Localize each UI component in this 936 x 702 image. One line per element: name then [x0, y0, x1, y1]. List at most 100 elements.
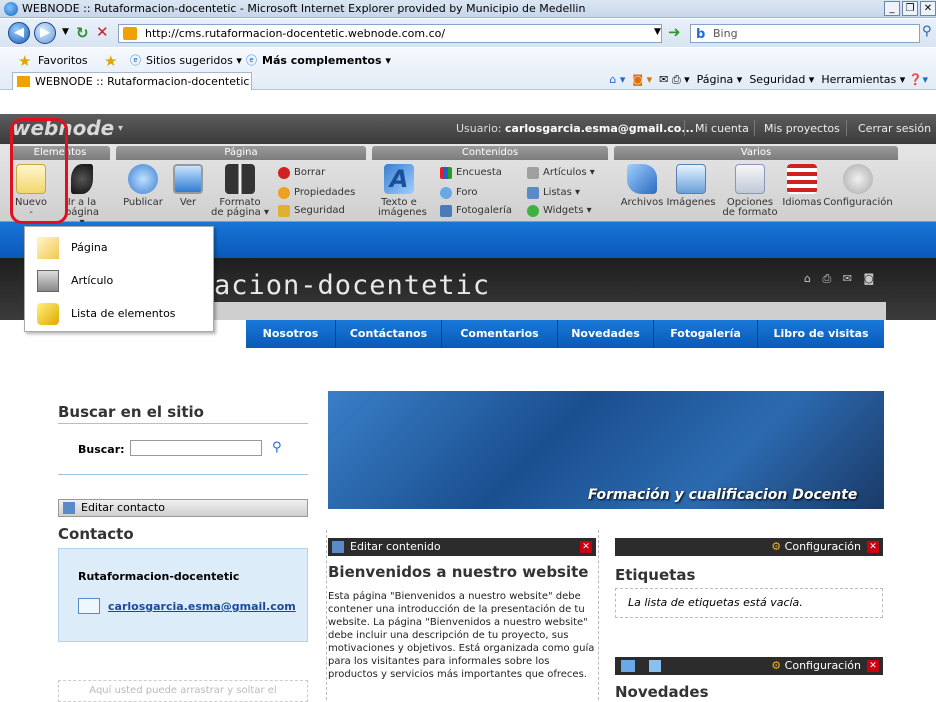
- history-dropdown-icon[interactable]: ▼: [62, 27, 69, 37]
- propiedades-button[interactable]: Propiedades: [278, 186, 355, 200]
- tools-menu[interactable]: Herramientas ▾: [821, 73, 905, 86]
- stop-icon[interactable]: ✕: [96, 23, 109, 41]
- search-icon[interactable]: ⚲: [922, 24, 932, 39]
- edit-content-label: Editar contenido: [350, 540, 441, 553]
- go-icon[interactable]: ➜: [668, 23, 681, 41]
- cerrar-sesion-link[interactable]: Cerrar sesión: [858, 122, 931, 135]
- address-dropdown-icon[interactable]: ▼: [654, 27, 661, 37]
- foro-label: Foro: [456, 187, 478, 198]
- close-button[interactable]: ✕: [920, 1, 936, 16]
- minimize-button[interactable]: _: [884, 1, 900, 16]
- articulos-button[interactable]: Artículos ▾: [527, 166, 595, 180]
- images-icon: [676, 164, 706, 194]
- restore-button[interactable]: ❐: [902, 1, 918, 16]
- imagenes-button[interactable]: Imágenes: [666, 164, 716, 208]
- contact-email-link[interactable]: carlosgarcia.esma@gmail.com: [108, 600, 296, 613]
- nav-libro-visitas[interactable]: Libro de visitas: [758, 320, 884, 348]
- page-icon[interactable]: [649, 660, 661, 672]
- search-placeholder: Bing: [713, 27, 738, 40]
- ver-button[interactable]: Ver: [172, 164, 204, 208]
- delete-icon[interactable]: ✕: [867, 541, 879, 553]
- addons-button[interactable]: Más complementos ▾: [262, 52, 391, 70]
- search-icon[interactable]: ⚲: [272, 440, 288, 456]
- mis-proyectos-link[interactable]: Mis proyectos: [764, 122, 840, 135]
- seguridad-button[interactable]: Seguridad: [278, 204, 345, 218]
- site-nav: Nosotros Contáctanos Comentarios Novedad…: [246, 320, 884, 348]
- forward-icon[interactable]: ▶: [34, 22, 56, 44]
- configuracion-button[interactable]: Configuración: [822, 164, 894, 208]
- config-button[interactable]: ⚙ Configuración: [771, 657, 861, 675]
- group-varios: Varios: [614, 146, 898, 160]
- welcome-title: Bienvenidos a nuestro website: [328, 563, 589, 581]
- dropdown-item-pagina[interactable]: Página: [25, 231, 213, 264]
- search-input[interactable]: b Bing: [690, 24, 920, 43]
- archivos-button[interactable]: Archivos: [620, 164, 664, 208]
- edit-icon: [332, 541, 344, 553]
- nav-contactanos[interactable]: Contáctanos: [336, 320, 442, 348]
- list-box-icon: [37, 303, 59, 325]
- browser-tab[interactable]: WEBNODE :: Rutaformacion-docentetic: [12, 72, 252, 90]
- suggested-sites-button[interactable]: Sitios sugeridos ▾: [146, 52, 242, 70]
- divider: [58, 423, 308, 424]
- delete-icon[interactable]: ✕: [867, 660, 879, 672]
- listas-button[interactable]: Listas ▾: [527, 186, 580, 200]
- print-icon[interactable]: ⎙ ▾: [672, 73, 690, 86]
- opciones-formato-button[interactable]: Opciones de formato: [722, 164, 778, 218]
- ie-icon: [4, 2, 18, 16]
- fotogaleria-button[interactable]: Fotogalería: [440, 204, 512, 218]
- edit-icon[interactable]: [621, 660, 635, 672]
- foro-button[interactable]: Foro: [440, 186, 478, 200]
- edit-icon: [63, 502, 75, 514]
- widgets-button[interactable]: Widgets ▾: [527, 204, 592, 218]
- header-tools-icon[interactable]: ⌂ ⎙ ✉ ◙: [804, 272, 878, 286]
- delete-icon[interactable]: ✕: [580, 541, 592, 553]
- nav-comentarios[interactable]: Comentarios: [442, 320, 558, 348]
- ir-a-la-pagina-button[interactable]: Ir a lapágina ▾: [62, 164, 102, 228]
- layout-icon: [225, 164, 255, 194]
- refresh-icon[interactable]: ↻: [76, 24, 89, 42]
- archivos-label: Archivos: [620, 197, 664, 208]
- bing-icon: b: [696, 27, 706, 42]
- encuesta-button[interactable]: Encuesta: [440, 166, 502, 180]
- feeds-icon[interactable]: ◙ ▾: [632, 73, 652, 86]
- tab-label: WEBNODE :: Rutaformacion-docentetic: [35, 75, 250, 88]
- mi-cuenta-link[interactable]: Mi cuenta: [695, 122, 749, 135]
- format-options-icon: [735, 164, 765, 194]
- drop-zone[interactable]: Aquí usted puede arrastrar y soltar el: [58, 680, 308, 702]
- add-favorite-icon[interactable]: ★: [104, 52, 117, 70]
- text-image-icon: A: [384, 164, 414, 194]
- texto-imagenes-button[interactable]: A Texto e imágenes: [378, 164, 427, 218]
- help-icon[interactable]: ❓▾: [909, 73, 928, 86]
- group-pagina: Página: [116, 146, 366, 160]
- back-icon[interactable]: ◀: [8, 22, 30, 44]
- page-menu[interactable]: Página ▾: [697, 73, 743, 86]
- logo-dropdown-icon[interactable]: ▾: [118, 123, 123, 134]
- address-input[interactable]: http://cms.rutaformacion-docentetic.webn…: [118, 24, 662, 43]
- edit-content-bar[interactable]: Editar contenido ✕: [328, 538, 596, 556]
- home-icon[interactable]: ⌂ ▾: [609, 73, 625, 86]
- site-search-input[interactable]: [130, 440, 262, 456]
- formato-pagina-button[interactable]: Formato de página ▾: [210, 164, 270, 218]
- edit-contact-button[interactable]: Editar contacto: [58, 499, 308, 517]
- config-label: Configuración: [784, 540, 861, 553]
- dropdown-item-articulo[interactable]: Artículo: [25, 264, 213, 297]
- lock-icon: [278, 205, 290, 217]
- borrar-label: Borrar: [294, 167, 326, 178]
- dropdown-item-lista[interactable]: Lista de elementos: [25, 297, 213, 330]
- publicar-button[interactable]: Publicar: [122, 164, 164, 208]
- novedades-title: Novedades: [615, 683, 709, 701]
- nav-nosotros[interactable]: Nosotros: [246, 320, 336, 348]
- config-button[interactable]: ⚙ Configuración: [771, 538, 861, 556]
- nav-novedades[interactable]: Novedades: [558, 320, 654, 348]
- security-menu[interactable]: Seguridad ▾: [749, 73, 814, 86]
- borrar-button[interactable]: Borrar: [278, 166, 325, 180]
- nav-fotogaleria[interactable]: Fotogalería: [654, 320, 758, 348]
- gallery-icon: [440, 205, 452, 217]
- favorites-button[interactable]: Favoritos: [38, 52, 88, 70]
- mail-icon[interactable]: ✉: [659, 73, 672, 86]
- separator: [684, 120, 685, 136]
- divider: [326, 530, 327, 700]
- idiomas-button[interactable]: Idiomas: [782, 164, 822, 208]
- edit-contact-label: Editar contacto: [81, 501, 165, 514]
- contact-name: Rutaformacion-docentetic: [78, 570, 240, 583]
